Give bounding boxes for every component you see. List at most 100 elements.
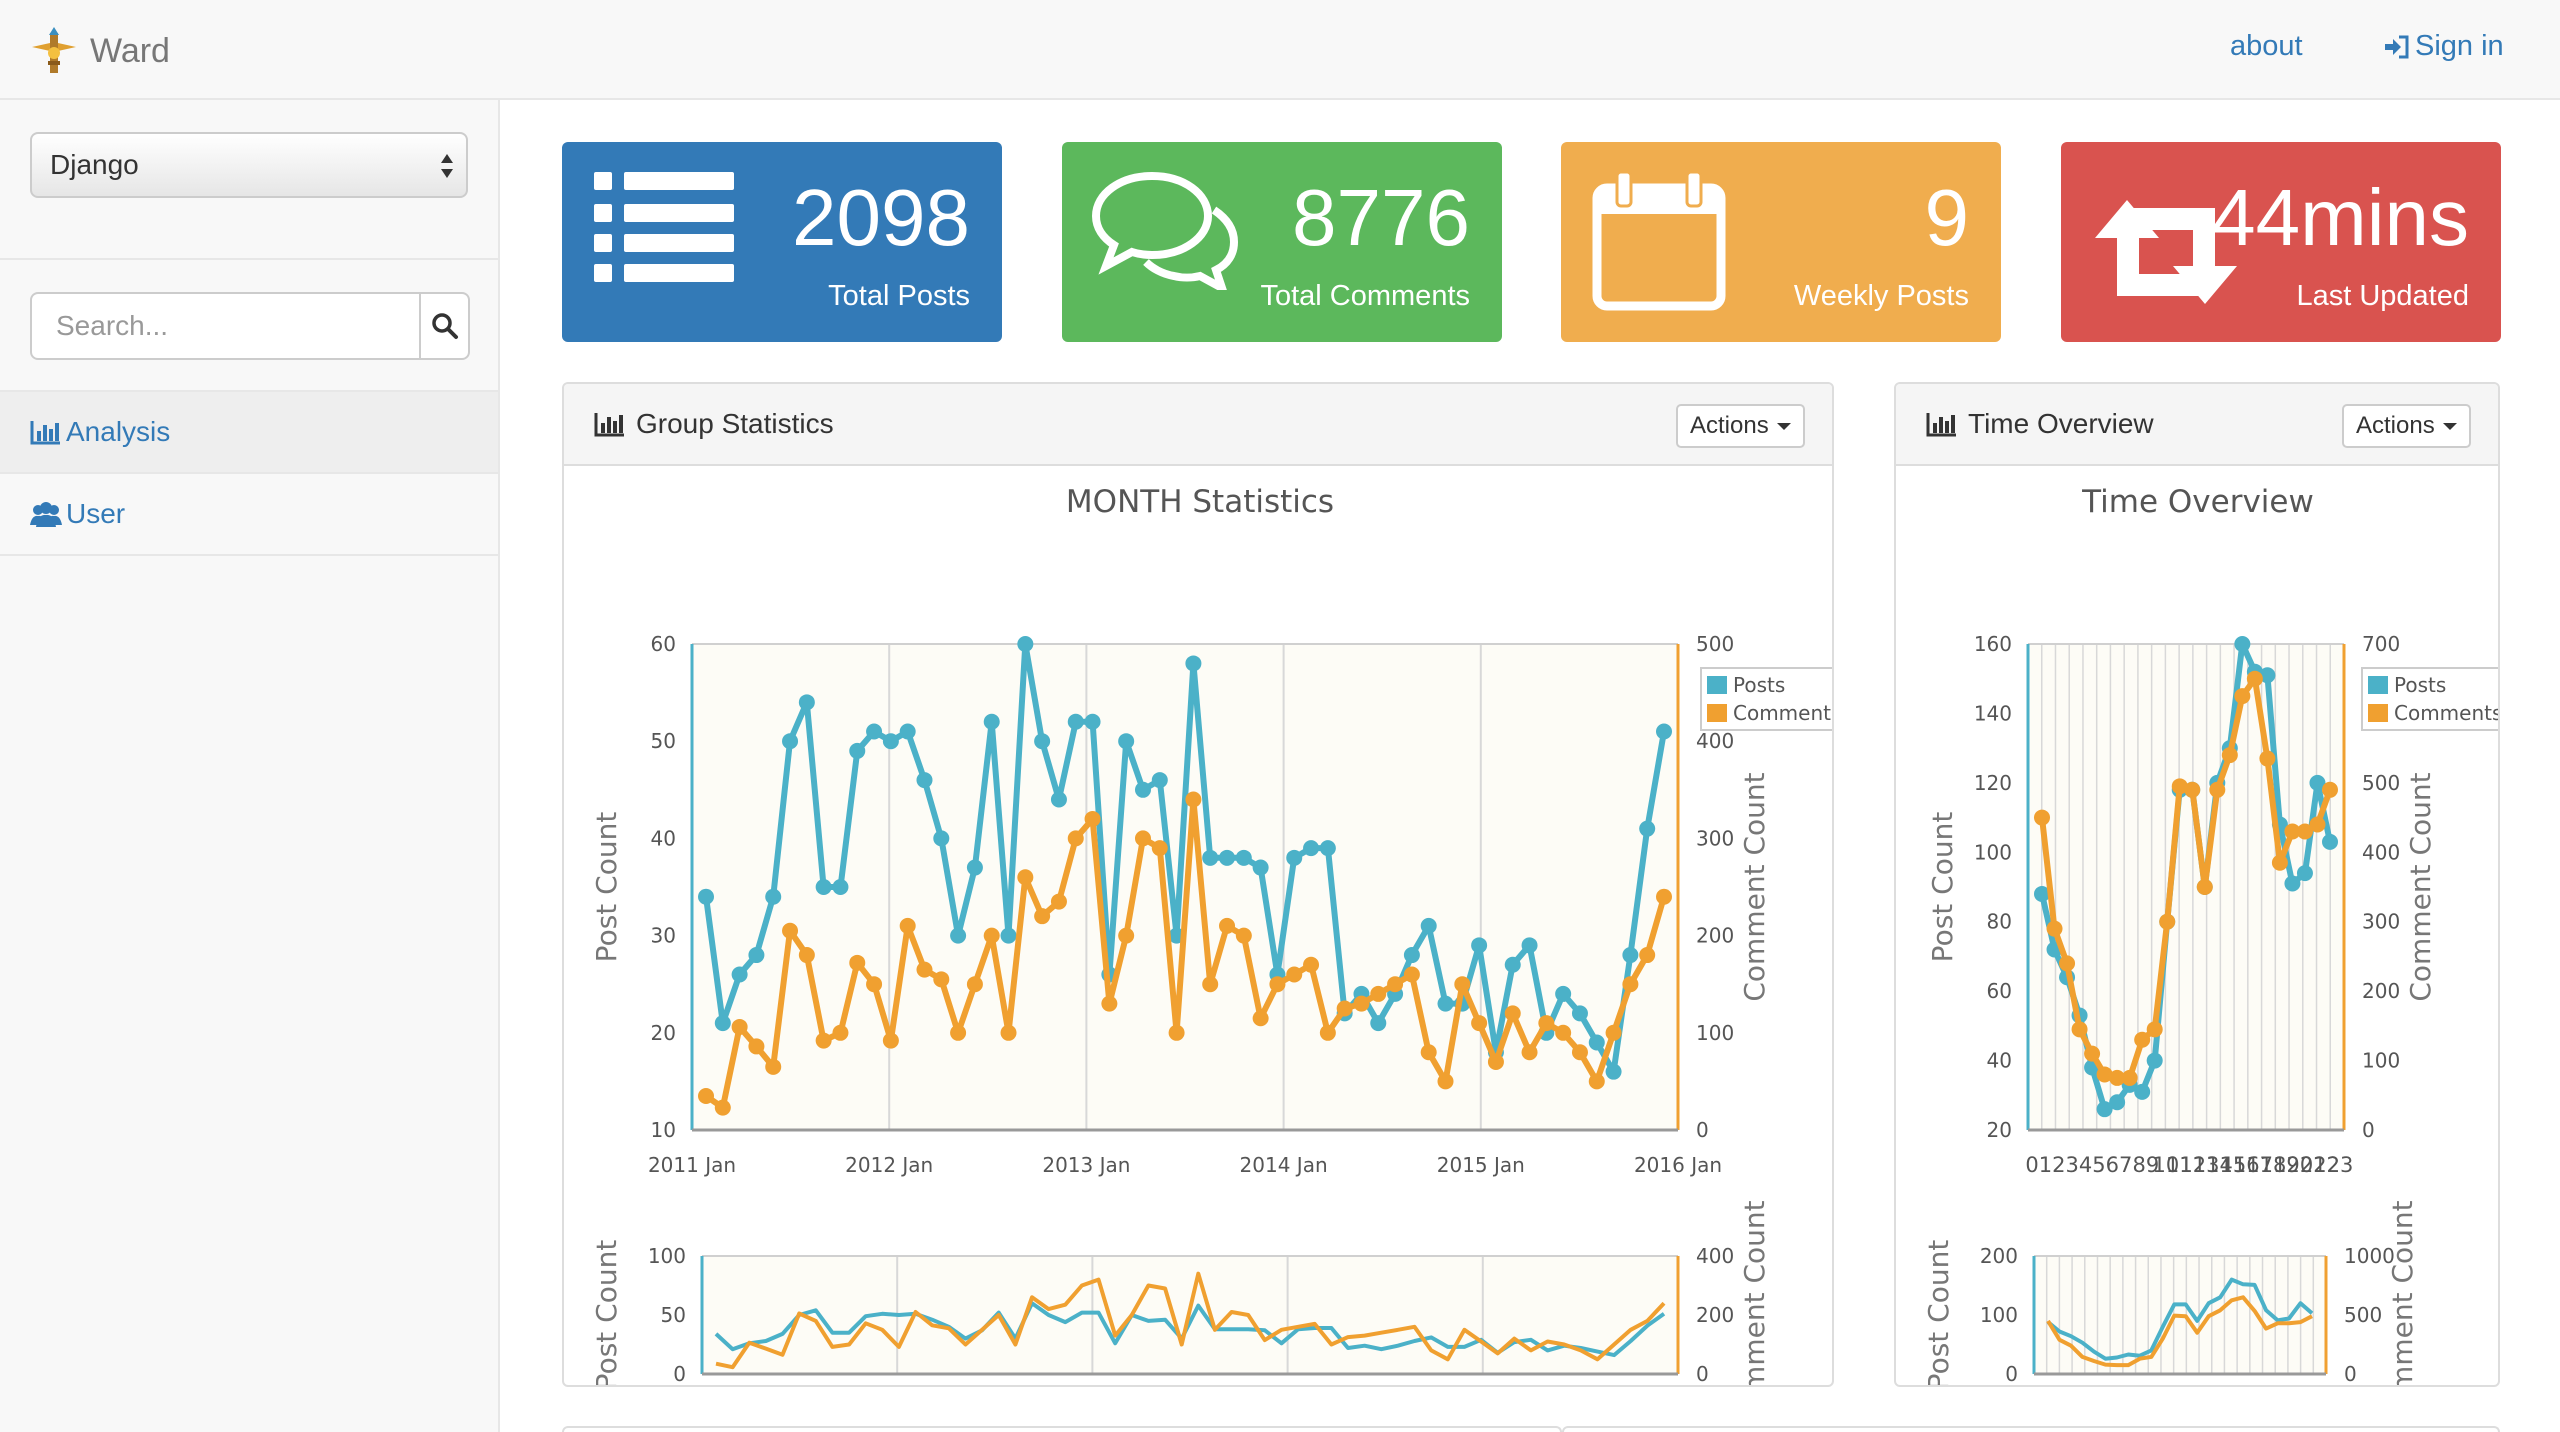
data-point [1319, 840, 1336, 857]
data-point [1656, 888, 1672, 905]
data-point [1202, 849, 1219, 866]
y-tick-label: 100 [648, 1244, 686, 1268]
sign-in-label: Sign in [2415, 30, 2504, 62]
data-point [1151, 840, 1168, 857]
data-point [2296, 865, 2313, 882]
y2-axis-title: Comment Count [2386, 1200, 2419, 1386]
project-select[interactable]: Django [30, 132, 468, 198]
data-point [1067, 713, 1084, 730]
data-point [1622, 976, 1639, 993]
data-point [1555, 1024, 1572, 1041]
data-point [2309, 816, 2326, 833]
data-point [1454, 976, 1471, 993]
search-button[interactable] [419, 294, 468, 358]
sidebar-item-user[interactable]: User [0, 474, 498, 554]
panel-title: Time Overview [1926, 408, 2154, 440]
legend-swatch [2368, 676, 2388, 694]
x-tick-label: 2016 Jan [1634, 1153, 1722, 1177]
legend-label: Posts [2394, 673, 2446, 697]
y2-tick-label: 500 [2362, 771, 2400, 795]
data-point [1571, 1005, 1588, 1022]
data-point [1118, 733, 1135, 750]
brand[interactable]: Ward [28, 26, 170, 76]
data-point [1101, 995, 1118, 1012]
y2-tick-label: 200 [1696, 1303, 1734, 1327]
brand-name: Ward [90, 31, 170, 70]
data-point [815, 879, 832, 895]
search-input[interactable] [32, 294, 419, 358]
next-panel-edge [1562, 1426, 2500, 1432]
actions-button[interactable]: Actions [2342, 404, 2471, 448]
next-panel-edge [562, 1426, 1562, 1432]
y-tick-label: 120 [1974, 771, 2012, 795]
y2-tick-label: 300 [1696, 826, 1734, 850]
x-tick-label: 8 [2132, 1153, 2145, 1177]
data-point [1639, 947, 1656, 964]
data-point [1134, 830, 1151, 847]
x-tick-label: 4 [2079, 1153, 2092, 1177]
data-point [2322, 781, 2338, 798]
y2-tick-label: 700 [2362, 632, 2400, 656]
about-link[interactable]: about [2230, 30, 2303, 63]
sidebar-item-label: Analysis [66, 416, 171, 447]
data-point [1387, 976, 1404, 993]
data-point [782, 733, 799, 750]
data-point [1050, 791, 1067, 808]
data-point [2271, 854, 2288, 871]
y-tick-label: 140 [1974, 701, 2012, 725]
y-tick-label: 60 [1987, 979, 2012, 1003]
y2-tick-label: 0 [1696, 1118, 1709, 1142]
data-point [1403, 966, 1420, 983]
data-point [731, 966, 748, 983]
stat-total-comments: 8776 Total Comments [1062, 142, 1502, 342]
data-point [1370, 1015, 1387, 1032]
y-tick-label: 20 [1987, 1118, 2012, 1142]
y2-tick-label: 200 [2362, 979, 2400, 1003]
legend-label: Posts [1733, 673, 1785, 697]
y2-tick-label: 400 [1696, 1244, 1734, 1268]
stat-value: 9 [1924, 173, 1970, 262]
actions-button[interactable]: Actions [1676, 404, 1805, 448]
sidebar: Django Analysis [0, 100, 500, 1432]
data-point [782, 922, 799, 939]
data-point [2059, 955, 2076, 972]
data-point [698, 1087, 714, 1104]
data-point [1555, 985, 1572, 1002]
data-point [2146, 1021, 2163, 1038]
bar-chart-icon [594, 413, 624, 437]
data-point [2046, 920, 2063, 937]
data-point [1017, 869, 1034, 886]
data-point [966, 859, 983, 876]
stat-value: 44mins [2211, 173, 2469, 262]
sign-in-icon [2385, 35, 2409, 58]
data-point [1303, 840, 1320, 857]
panel-title-text: Time Overview [1968, 408, 2154, 439]
bar-chart-icon [1926, 413, 1956, 437]
sidebar-item-analysis[interactable]: Analysis [0, 392, 498, 472]
data-point [1336, 1000, 1353, 1017]
data-point [2221, 747, 2238, 764]
data-point [1000, 1024, 1017, 1041]
data-point [2259, 750, 2276, 767]
data-point [798, 947, 815, 964]
data-point [2146, 1052, 2163, 1069]
data-point [1219, 849, 1236, 866]
sign-in-link[interactable]: Sign in [2383, 30, 2504, 63]
data-point [2184, 781, 2201, 798]
data-point [798, 694, 815, 711]
data-point [1588, 1034, 1605, 1051]
caret-down-icon [1776, 422, 1791, 430]
data-point [1656, 723, 1672, 740]
data-point [1370, 985, 1387, 1002]
panel-title: Group Statistics [594, 408, 834, 440]
y2-tick-label: 200 [1696, 924, 1734, 948]
data-point [1219, 917, 1236, 934]
x-tick-label: 0 [2025, 1153, 2038, 1177]
legend-label: Comments [1733, 701, 1834, 725]
data-point [933, 830, 950, 847]
y-axis-title: Post Count [1926, 812, 1959, 963]
calendar-icon [1592, 170, 1726, 311]
data-point [1168, 1024, 1185, 1041]
data-point [2109, 1094, 2126, 1111]
y2-tick-label: 0 [2362, 1118, 2375, 1142]
